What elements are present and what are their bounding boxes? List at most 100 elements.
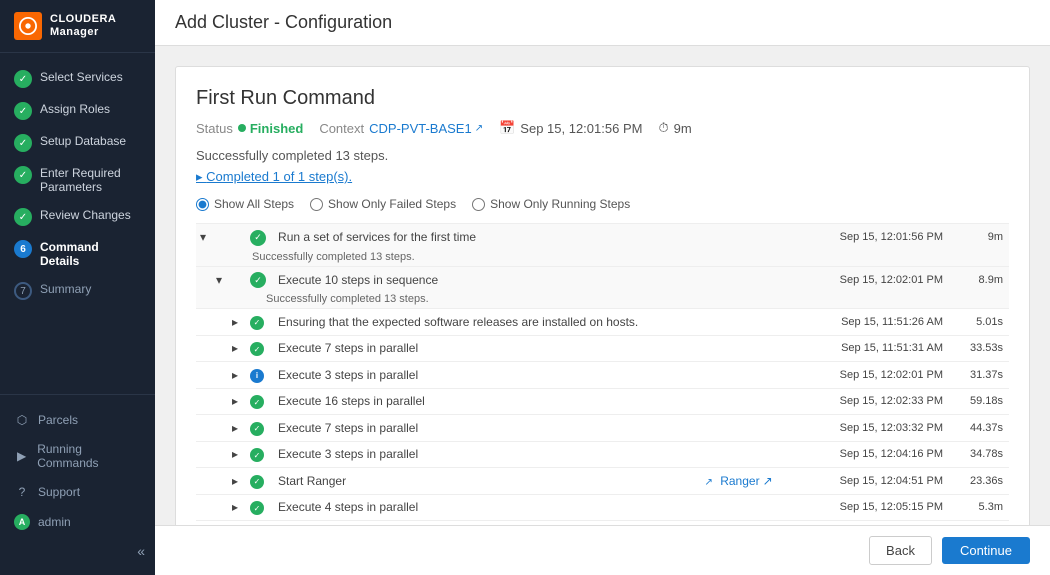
wizard-step-2[interactable]: ✓ Assign Roles <box>0 95 155 127</box>
table-row: ▸ ✓ Execute 4 steps in parallel Sep 15, … <box>196 494 1009 521</box>
clock-icon: ⏱ <box>658 120 668 136</box>
frc-duration: ⏱ 9m <box>658 120 691 136</box>
steps-table: ▾ ✓ Run a set of services for the first … <box>196 223 1009 525</box>
expand-cell-7[interactable]: ▸ <box>196 441 244 468</box>
continue-button[interactable]: Continue <box>942 537 1030 564</box>
filter-failed[interactable]: Show Only Failed Steps <box>310 197 456 211</box>
step-check-icon: ✓ <box>250 395 264 409</box>
sidebar-parcels[interactable]: ⬡ Parcels <box>0 405 155 435</box>
wizard-step-5[interactable]: ✓ Review Changes <box>0 201 155 233</box>
sidebar-bottom: ⬡ Parcels ▶ Running Commands ? Support A… <box>0 394 155 575</box>
step-check-icon: ✓ <box>250 272 266 288</box>
filter-running[interactable]: Show Only Running Steps <box>472 197 630 211</box>
step-name-cell-3: Execute 7 steps in parallel <box>272 335 698 362</box>
expand-cell-8[interactable]: ▸ <box>196 468 244 495</box>
wizard-step-7[interactable]: 7 Summary <box>0 275 155 307</box>
filter-all[interactable]: Show All Steps <box>196 197 294 211</box>
step-duration-1: 8.9m <box>949 266 1009 293</box>
expand-cell-9[interactable]: ▸ <box>196 494 244 521</box>
table-row: ▸ ✓ Ensuring that the expected software … <box>196 309 1009 336</box>
page-title: Add Cluster - Configuration <box>175 12 392 32</box>
step-4-icon: ✓ <box>14 166 32 184</box>
context-external-icon: ↗ <box>475 123 483 134</box>
step-2-icon: ✓ <box>14 102 32 120</box>
step-time-3: Sep 15, 11:51:31 AM <box>817 335 949 362</box>
step-link-cell-1 <box>698 266 816 293</box>
sidebar-admin[interactable]: A admin <box>0 507 155 537</box>
table-row: ▸ ✓ Execute 7 steps in parallel Sep 15, … <box>196 415 1009 442</box>
icon-cell-5: ✓ <box>244 388 272 415</box>
step-link-cell-4 <box>698 362 816 389</box>
frc-date: 📅 Sep 15, 12:01:56 PM <box>499 120 642 136</box>
step-duration-9: 5.3m <box>949 494 1009 521</box>
footer: Back Continue <box>155 525 1050 575</box>
step-name-cell-2: Ensuring that the expected software rele… <box>272 309 698 336</box>
filter-all-radio[interactable] <box>196 198 209 211</box>
step-6-icon: 6 <box>14 240 32 258</box>
step-duration-3: 33.53s <box>949 335 1009 362</box>
sub-msg-row-1: Successfully completed 13 steps. <box>196 293 1009 309</box>
expand-cell-6[interactable]: ▸ <box>196 415 244 442</box>
step-check-icon: ✓ <box>250 422 264 436</box>
step-info-icon: i <box>250 369 264 383</box>
ranger-link-icon: ↗ <box>763 474 773 488</box>
step-3-icon: ✓ <box>14 134 32 152</box>
filter-running-radio[interactable] <box>472 198 485 211</box>
completed-steps-link[interactable]: ▸ Completed 1 of 1 step(s). <box>196 169 352 185</box>
step-time-7: Sep 15, 12:04:16 PM <box>817 441 949 468</box>
sidebar-collapse-button[interactable]: « <box>137 543 145 559</box>
sidebar-running-commands[interactable]: ▶ Running Commands <box>0 435 155 477</box>
step-link-cell-7 <box>698 441 816 468</box>
step-duration-6: 44.37s <box>949 415 1009 442</box>
page-header: Add Cluster - Configuration <box>155 0 1050 46</box>
back-button[interactable]: Back <box>869 536 932 565</box>
table-row: ▸ ✓ Execute 7 steps in parallel Sep 15, … <box>196 335 1009 362</box>
table-row: ▸ ✓ Start Ranger ↗ Ranger ↗ Sep 15, 12:0… <box>196 468 1009 495</box>
frc-status: Status Finished <box>196 121 303 136</box>
wizard-step-6[interactable]: 6 Command Details <box>0 233 155 275</box>
step-link-cell-5 <box>698 388 816 415</box>
step-link-cell-2 <box>698 309 816 336</box>
context-link[interactable]: CDP-PVT-BASE1 ↗ <box>369 121 483 136</box>
step-time-4: Sep 15, 12:02:01 PM <box>817 362 949 389</box>
icon-cell-9: ✓ <box>244 494 272 521</box>
status-label: Status <box>196 121 233 136</box>
icon-cell-6: ✓ <box>244 415 272 442</box>
sidebar-collapse-area: « <box>0 537 155 565</box>
expand-cell-4[interactable]: ▸ <box>196 362 244 389</box>
frc-context: Context CDP-PVT-BASE1 ↗ <box>319 121 483 136</box>
expand-cell-2[interactable]: ▸ <box>196 309 244 336</box>
step-link-cell-3 <box>698 335 816 362</box>
content-card: First Run Command Status Finished Contex… <box>175 66 1030 525</box>
expand-cell-0[interactable]: ▾ <box>196 224 244 251</box>
status-dot <box>238 124 246 132</box>
table-row: ▸ ✓ Execute 3 steps in parallel Sep 15, … <box>196 441 1009 468</box>
icon-cell-1: ✓ <box>244 266 272 293</box>
step-check-icon: ✓ <box>250 316 264 330</box>
table-row: ▸ ✓ Execute 16 steps in parallel Sep 15,… <box>196 388 1009 415</box>
filter-failed-radio[interactable] <box>310 198 323 211</box>
step-3-label: Setup Database <box>40 134 126 148</box>
wizard-step-4[interactable]: ✓ Enter Required Parameters <box>0 159 155 201</box>
main-body: First Run Command Status Finished Contex… <box>155 46 1050 525</box>
sidebar-support[interactable]: ? Support <box>0 477 155 507</box>
step-name-cell-4: Execute 3 steps in parallel <box>272 362 698 389</box>
main-content: Add Cluster - Configuration First Run Co… <box>155 0 1050 575</box>
expand-cell-3[interactable]: ▸ <box>196 335 244 362</box>
parcels-label: Parcels <box>38 413 78 427</box>
expand-cell-5[interactable]: ▸ <box>196 388 244 415</box>
step-name-cell-0: Run a set of services for the first time <box>272 224 698 251</box>
step-1-label: Select Services <box>40 70 123 84</box>
step-check-icon: ✓ <box>250 448 264 462</box>
icon-cell-7: ✓ <box>244 441 272 468</box>
step-name-cell-8: Start Ranger <box>272 468 698 495</box>
step-name-cell-7: Execute 3 steps in parallel <box>272 441 698 468</box>
ranger-link[interactable]: Ranger ↗ <box>720 474 772 488</box>
wizard-step-1[interactable]: ✓ Select Services <box>0 63 155 95</box>
filter-row: Show All Steps Show Only Failed Steps Sh… <box>196 197 1009 211</box>
logo-text-line2: Manager <box>50 26 116 39</box>
wizard-step-3[interactable]: ✓ Setup Database <box>0 127 155 159</box>
step-name-cell-5: Execute 16 steps in parallel <box>272 388 698 415</box>
expand-cell-1[interactable]: ▾ <box>196 266 244 293</box>
table-row: ▾ ✓ Execute 10 steps in sequence Sep 15,… <box>196 266 1009 293</box>
